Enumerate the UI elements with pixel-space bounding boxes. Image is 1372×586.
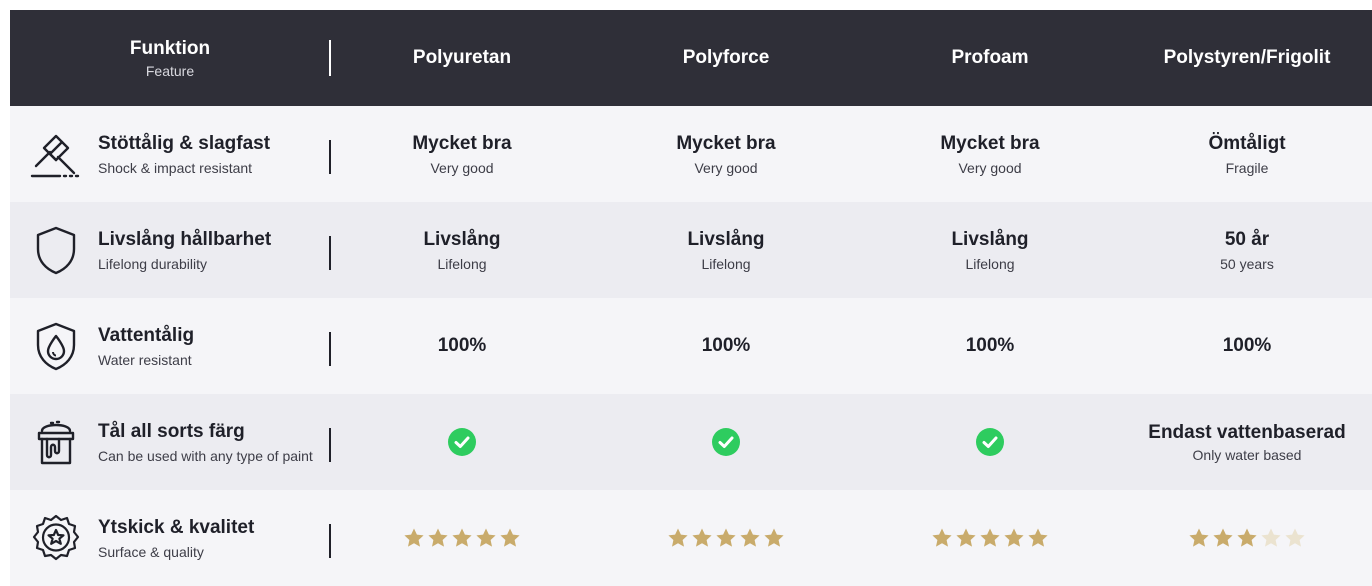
value-cell: Mycket bra Very good [412, 132, 512, 176]
star-filled-icon [740, 528, 760, 547]
check-icon [712, 428, 740, 456]
feature-subtitle: Shock & impact resistant [98, 159, 253, 176]
feature-subtitle: Surface & quality [98, 543, 204, 560]
star-filled-icon [668, 528, 688, 547]
gavel-icon [30, 130, 82, 178]
star-filled-icon [716, 528, 736, 547]
feature-subtitle: Lifelong durability [98, 255, 207, 272]
star-empty-icon [1285, 528, 1305, 547]
star-filled-icon [404, 528, 424, 547]
paint-bucket-icon [30, 418, 82, 466]
value-cell [330, 490, 594, 586]
star-filled-icon [500, 528, 520, 547]
table-row: Tål all sorts färg Can be used with any … [10, 394, 1372, 490]
table-row: Livslång hållbarhet Lifelong durability … [10, 202, 1372, 298]
star-filled-icon [452, 528, 472, 547]
value-cell [1122, 490, 1372, 586]
star-rating [931, 527, 1049, 549]
star-filled-icon [692, 528, 712, 547]
star-filled-icon [764, 528, 784, 547]
feature-title: Vattentålig [98, 324, 195, 346]
feature-title: Livslång hållbarhet [98, 228, 272, 250]
star-filled-icon [932, 528, 952, 547]
feature-title: Tål all sorts färg [98, 420, 245, 442]
star-filled-icon [476, 528, 496, 547]
feature-cell: Stöttålig & slagfast Shock & impact resi… [10, 106, 330, 202]
feature-title: Ytskick & kvalitet [98, 516, 255, 538]
star-rating [403, 527, 521, 549]
star-filled-icon [1004, 528, 1024, 547]
table-row: Vattentålig Water resistant 100% 100% 10… [10, 298, 1372, 394]
star-rating [1188, 527, 1306, 549]
value-cell: 100% [701, 335, 751, 356]
star-filled-icon [1237, 528, 1257, 547]
star-filled-icon [956, 528, 976, 547]
star-filled-icon [1213, 528, 1233, 547]
value-cell: Mycket bra Very good [676, 132, 776, 176]
header-column-polystyren: Polystyren/Frigolit [1163, 47, 1331, 68]
value-cell: Livslång Lifelong [951, 228, 1029, 272]
value-cell [330, 394, 594, 490]
value-cell: 100% [437, 335, 487, 356]
feature-cell: Livslång hållbarhet Lifelong durability [10, 202, 330, 298]
header-feature-title: Funktion [129, 37, 211, 59]
header-column-polyforce: Polyforce [682, 47, 770, 68]
shield-icon [30, 226, 82, 275]
feature-cell: Vattentålig Water resistant [10, 298, 330, 394]
comparison-table: Funktion Feature Polyuretan Polyforce Pr… [10, 10, 1372, 586]
header-feature-subtitle: Feature [145, 62, 195, 79]
value-cell: 50 år 50 years [1220, 228, 1274, 272]
star-filled-icon [1189, 528, 1209, 547]
value-cell [858, 394, 1122, 490]
feature-subtitle: Can be used with any type of paint [98, 447, 313, 464]
table-row: Stöttålig & slagfast Shock & impact resi… [10, 106, 1372, 202]
value-cell: 100% [1222, 335, 1272, 356]
value-cell: Ömtåligt Fragile [1208, 132, 1286, 176]
star-filled-icon [1028, 528, 1048, 547]
feature-cell: Tål all sorts färg Can be used with any … [10, 394, 330, 490]
table-row: Ytskick & kvalitet Surface & quality [10, 490, 1372, 586]
star-filled-icon [980, 528, 1000, 547]
value-cell: Endast vattenbaserad Only water based [1148, 421, 1346, 463]
table-header: Funktion Feature Polyuretan Polyforce Pr… [10, 10, 1372, 106]
value-cell [594, 394, 858, 490]
feature-title: Stöttålig & slagfast [98, 132, 271, 154]
header-feature: Funktion Feature [10, 10, 330, 106]
value-cell: Livslång Lifelong [423, 228, 501, 272]
header-column-polyuretan: Polyuretan [412, 47, 512, 68]
value-cell: 100% [965, 335, 1015, 356]
check-icon [448, 428, 476, 456]
feature-cell: Ytskick & kvalitet Surface & quality [10, 490, 330, 586]
quality-badge-icon [30, 514, 82, 562]
water-drop-shield-icon [30, 322, 82, 371]
star-empty-icon [1261, 528, 1281, 547]
value-cell [858, 490, 1122, 586]
star-filled-icon [428, 528, 448, 547]
value-cell: Livslång Lifelong [687, 228, 765, 272]
value-cell: Mycket bra Very good [940, 132, 1040, 176]
star-rating [667, 527, 785, 549]
header-column-profoam: Profoam [951, 47, 1029, 68]
value-cell [594, 490, 858, 586]
feature-subtitle: Water resistant [98, 351, 192, 368]
check-icon [976, 428, 1004, 456]
